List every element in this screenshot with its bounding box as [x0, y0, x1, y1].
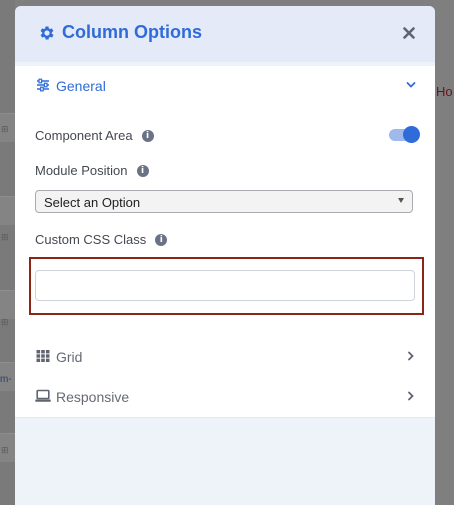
background-page-left: ⊞ ⊞ ⊞ m- ⊞ [0, 0, 15, 505]
toggle-knob [403, 126, 420, 143]
close-icon [403, 27, 415, 39]
info-icon[interactable]: i [155, 233, 168, 246]
module-position-select[interactable]: Select an Option [35, 190, 413, 213]
sliders-icon [37, 78, 49, 92]
background-text: m- [0, 374, 12, 385]
component-area-label-text: Component Area [35, 128, 133, 143]
info-icon[interactable]: i [141, 129, 154, 142]
chevron-down-icon [406, 82, 416, 88]
section-responsive-label: Responsive [56, 389, 130, 405]
section-general-body: Component Area i Module Position i Selec… [15, 106, 435, 337]
section-general-header[interactable]: General [15, 66, 435, 107]
section-grid-label: Grid [56, 349, 83, 365]
section-grid-header[interactable]: Grid [15, 337, 435, 378]
background-link-text: Ho [436, 84, 453, 99]
custom-css-class-label: Custom CSS Class i [35, 232, 168, 247]
info-icon[interactable]: i [136, 164, 149, 177]
modal-title: Column Options [38, 22, 202, 43]
background-row: ⊞ [0, 113, 15, 142]
section-responsive-header[interactable]: Responsive [15, 377, 435, 418]
background-row: ⊞ [0, 290, 15, 328]
background-row: m- [0, 362, 15, 391]
custom-css-class-input[interactable] [35, 270, 415, 301]
background-page-right [435, 0, 454, 505]
chevron-right-icon [408, 351, 414, 361]
chevron-right-icon [408, 391, 414, 401]
dropdown-arrow-icon [398, 198, 404, 203]
modal-title-text: Column Options [62, 22, 202, 42]
close-button[interactable] [399, 23, 419, 43]
section-general-label: General [56, 78, 106, 94]
module-position-selected-value: Select an Option [44, 195, 141, 210]
module-position-label: Module Position i [35, 163, 149, 178]
laptop-icon [35, 389, 51, 402]
module-position-label-text: Module Position [35, 163, 128, 178]
gear-icon [40, 25, 54, 40]
grid-icon [36, 350, 50, 362]
background-row: ⊞ [0, 433, 15, 462]
modal-header: Column Options [15, 6, 435, 62]
background-row: ⊞ [0, 196, 15, 243]
column-options-modal: Column Options General Component Area i [15, 6, 435, 505]
component-area-label: Component Area i [35, 128, 154, 143]
component-area-toggle[interactable] [389, 126, 420, 143]
custom-css-class-label-text: Custom CSS Class [35, 232, 147, 247]
